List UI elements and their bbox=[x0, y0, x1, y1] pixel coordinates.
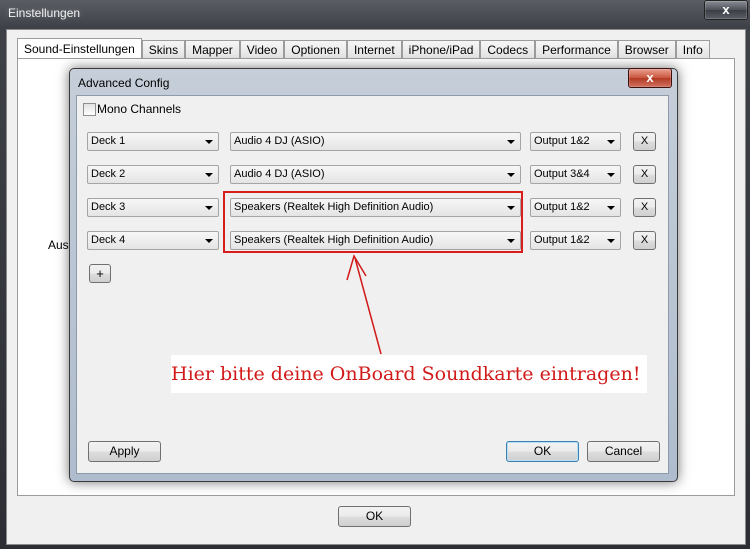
chevron-down-icon bbox=[205, 140, 213, 144]
window-title: Einstellungen bbox=[8, 6, 81, 20]
chevron-down-icon bbox=[205, 239, 213, 243]
deck-select[interactable]: Deck 4 bbox=[87, 231, 219, 250]
output-select[interactable]: Output 3&4 bbox=[530, 165, 621, 184]
deck-select[interactable]: Deck 3 bbox=[87, 198, 219, 217]
tab-bar: Sound-Einstellungen Skins Mapper Video O… bbox=[17, 38, 710, 59]
annotation-highlight-box bbox=[223, 191, 523, 253]
device-select-value: Audio 4 DJ (ASIO) bbox=[234, 135, 325, 147]
annotation-arrow-icon bbox=[346, 254, 382, 355]
device-select[interactable]: Audio 4 DJ (ASIO) bbox=[230, 165, 521, 184]
output-select[interactable]: Output 1&2 bbox=[530, 231, 621, 250]
deck-select[interactable]: Deck 2 bbox=[87, 165, 219, 184]
chevron-down-icon bbox=[205, 173, 213, 177]
cancel-button[interactable]: Cancel bbox=[587, 441, 660, 462]
remove-row-button[interactable]: X bbox=[633, 132, 656, 151]
chevron-down-icon bbox=[607, 239, 615, 243]
window-ok-button[interactable]: OK bbox=[338, 506, 411, 527]
chevron-down-icon bbox=[507, 140, 515, 144]
chevron-down-icon bbox=[607, 173, 615, 177]
tab-internet[interactable]: Internet bbox=[346, 40, 402, 59]
add-deck-button[interactable]: + bbox=[89, 264, 111, 283]
output-select-value: Output 1&2 bbox=[534, 201, 590, 213]
chevron-down-icon bbox=[607, 140, 615, 144]
dialog-close-button[interactable]: x bbox=[628, 68, 672, 88]
tab-codecs[interactable]: Codecs bbox=[480, 40, 536, 59]
deck-select-value: Deck 3 bbox=[91, 201, 126, 213]
tab-browser[interactable]: Browser bbox=[617, 40, 676, 59]
tab-optionen[interactable]: Optionen bbox=[284, 40, 347, 59]
tab-sound-einstellungen[interactable]: Sound-Einstellungen bbox=[17, 38, 142, 59]
tab-performance[interactable]: Performance bbox=[535, 40, 618, 59]
deck-select-value: Deck 1 bbox=[91, 135, 126, 147]
deck-select[interactable]: Deck 1 bbox=[87, 132, 219, 151]
window-close-button[interactable]: x bbox=[704, 0, 748, 20]
mono-channels-checkbox[interactable] bbox=[83, 103, 96, 116]
close-icon: x bbox=[722, 2, 730, 17]
device-select-value: Audio 4 DJ (ASIO) bbox=[234, 168, 325, 180]
ok-button[interactable]: OK bbox=[506, 441, 579, 462]
remove-row-button[interactable]: X bbox=[633, 231, 656, 250]
chevron-down-icon bbox=[607, 206, 615, 210]
tab-info[interactable]: Info bbox=[675, 40, 710, 59]
output-select[interactable]: Output 1&2 bbox=[530, 198, 621, 217]
close-icon: x bbox=[646, 70, 654, 85]
tab-skins[interactable]: Skins bbox=[141, 40, 186, 59]
dialog-title: Advanced Config bbox=[78, 76, 170, 90]
output-select-value: Output 3&4 bbox=[534, 168, 590, 180]
output-select[interactable]: Output 1&2 bbox=[530, 132, 621, 151]
tab-video[interactable]: Video bbox=[239, 40, 285, 59]
apply-button[interactable]: Apply bbox=[88, 441, 161, 462]
output-select-value: Output 1&2 bbox=[534, 234, 590, 246]
mono-channels-label: Mono Channels bbox=[97, 102, 182, 116]
output-select-value: Output 1&2 bbox=[534, 135, 590, 147]
remove-row-button[interactable]: X bbox=[633, 165, 656, 184]
device-select[interactable]: Audio 4 DJ (ASIO) bbox=[230, 132, 521, 151]
tab-mapper[interactable]: Mapper bbox=[185, 40, 240, 59]
deck-select-value: Deck 4 bbox=[91, 234, 126, 246]
deck-select-value: Deck 2 bbox=[91, 168, 126, 180]
chevron-down-icon bbox=[507, 173, 515, 177]
chevron-down-icon bbox=[205, 206, 213, 210]
tab-iphone-ipad[interactable]: iPhone/iPad bbox=[401, 40, 481, 59]
remove-row-button[interactable]: X bbox=[633, 198, 656, 217]
annotation-text: Hier bitte deine OnBoard Soundkarte eint… bbox=[171, 355, 647, 393]
